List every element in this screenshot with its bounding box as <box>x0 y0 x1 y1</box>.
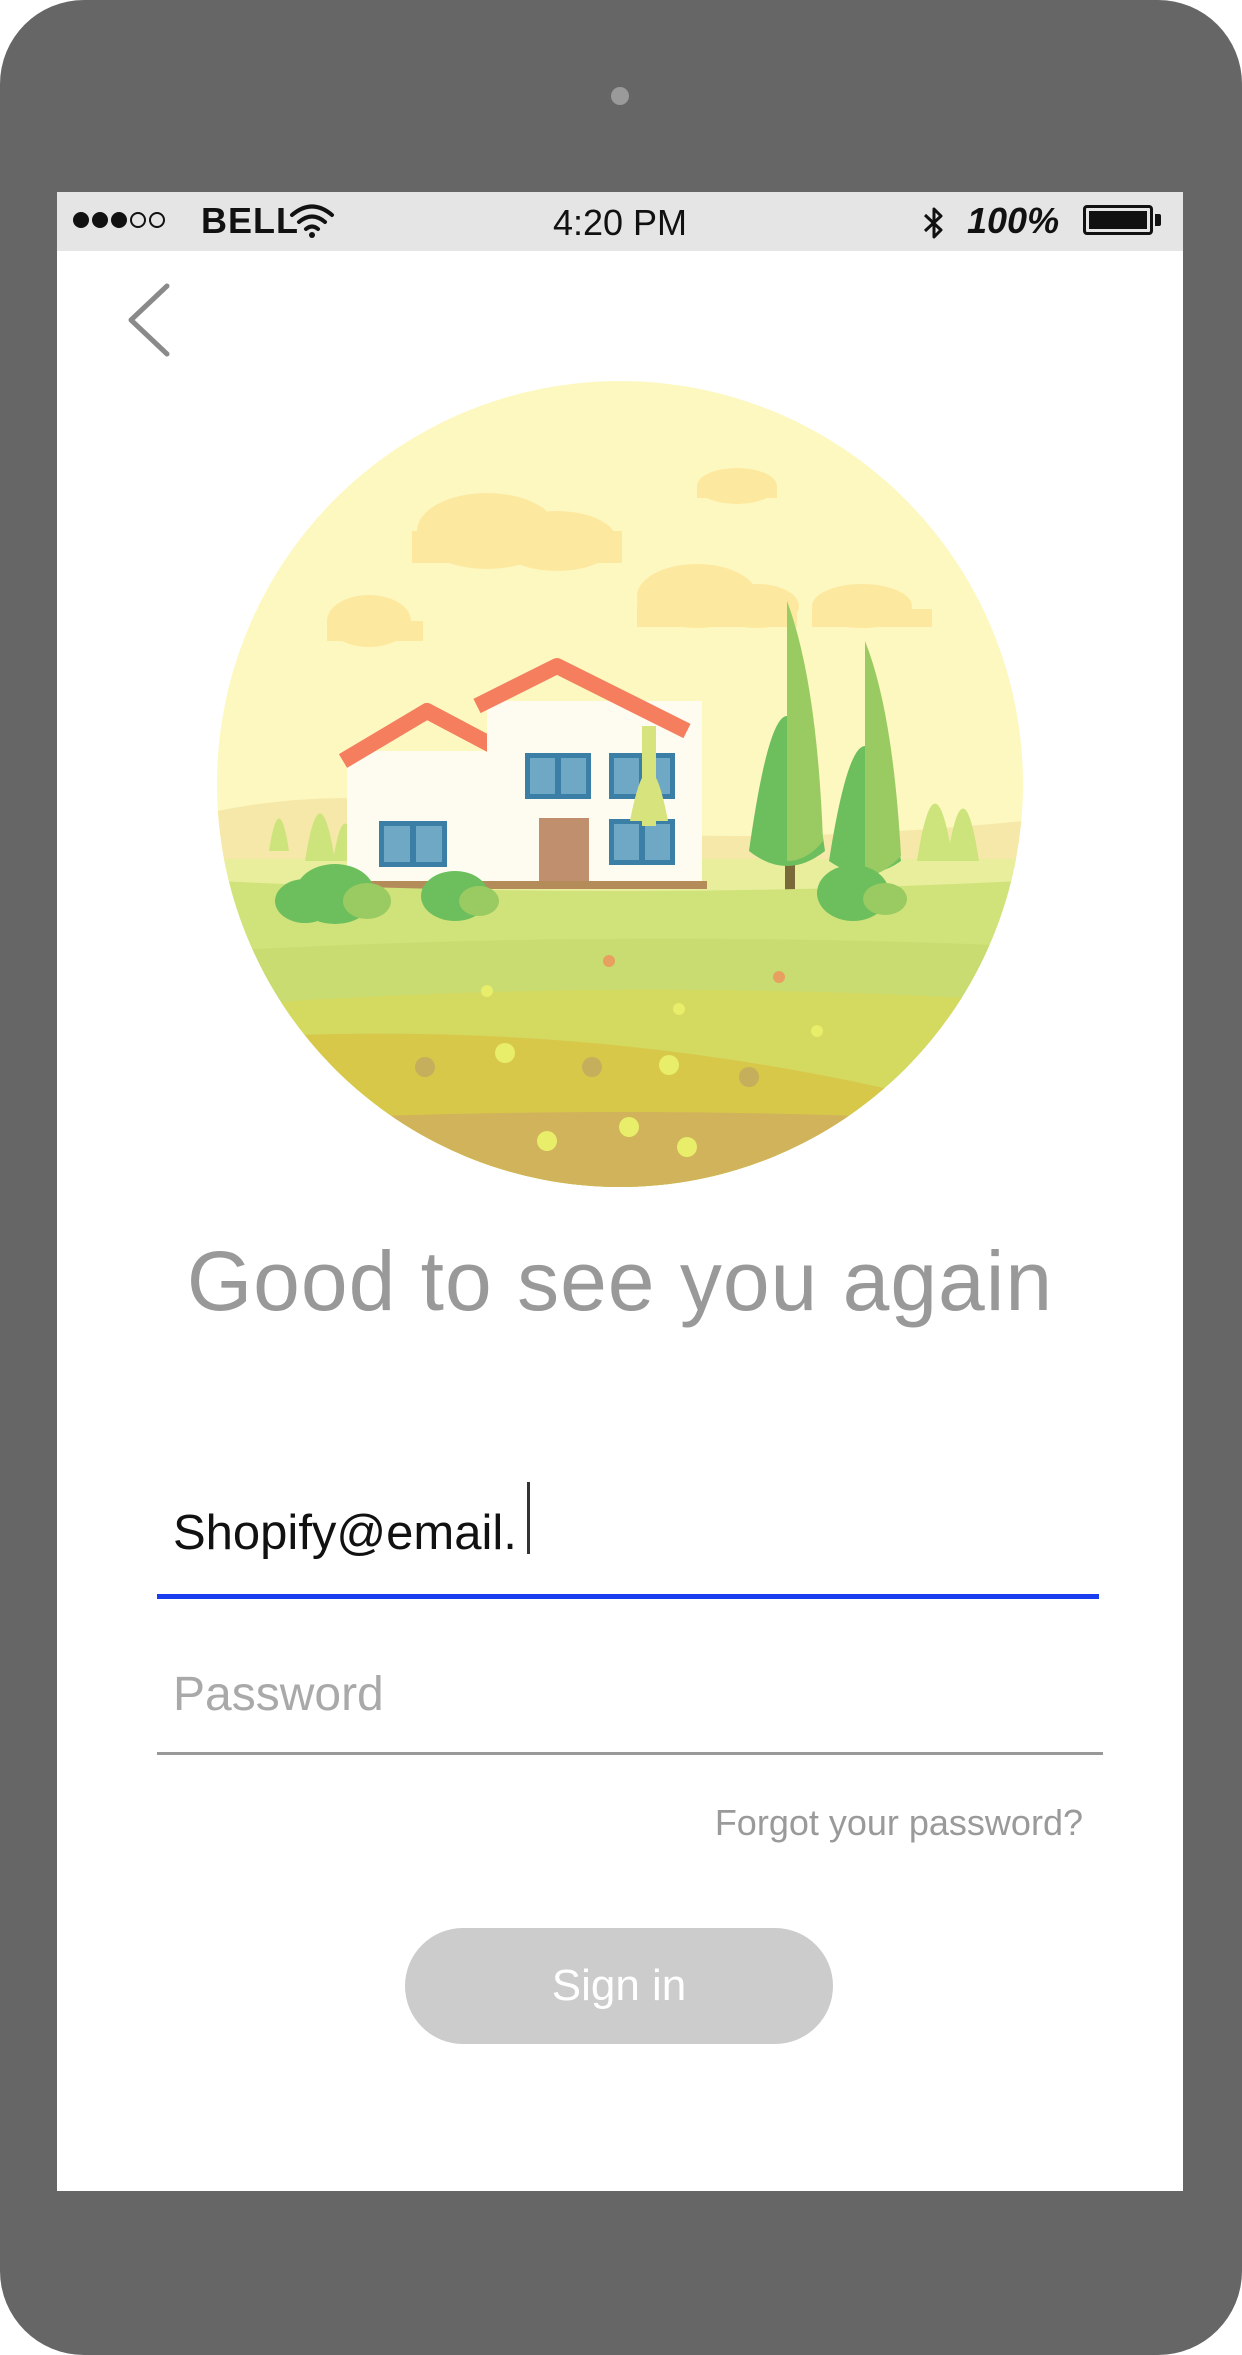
app-screen: BELL 4:20 PM 100% Good to see you again … <box>57 192 1183 2191</box>
device-frame: BELL 4:20 PM 100% Good to see you again … <box>0 0 1242 2355</box>
battery-level-fill <box>1089 211 1147 229</box>
status-bar: BELL 4:20 PM 100% <box>57 192 1183 251</box>
bluetooth-icon <box>923 207 943 239</box>
email-field[interactable]: Shopify@email. <box>157 1482 1101 1599</box>
welcome-heading: Good to see you again <box>186 1234 1054 1328</box>
battery-tip <box>1155 214 1161 226</box>
password-field[interactable] <box>157 1637 1103 1755</box>
battery-icon <box>1083 205 1153 235</box>
chevron-left-icon[interactable] <box>123 280 175 360</box>
text-caret <box>527 1482 530 1554</box>
front-camera <box>611 87 629 105</box>
email-value: Shopify@email. <box>173 1506 517 1560</box>
house-landscape-illustration <box>217 381 1023 1187</box>
battery-percentage: 100% <box>967 200 1060 241</box>
email-field-underline <box>157 1594 1099 1599</box>
forgot-password-link[interactable]: Forgot your password? <box>715 1802 1083 1844</box>
sign-in-button[interactable]: Sign in <box>405 1928 833 2044</box>
